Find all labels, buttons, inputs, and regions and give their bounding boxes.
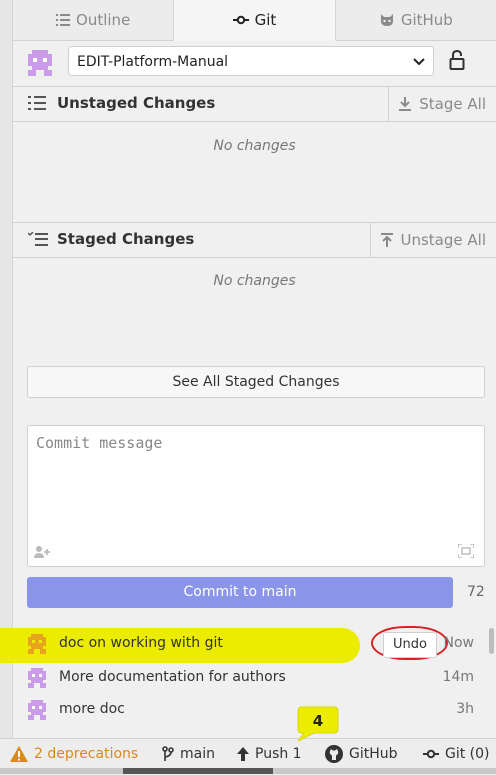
tab-github[interactable]: GitHub [336, 0, 496, 40]
commit-message: more doc [59, 701, 125, 717]
tab-outline[interactable]: Outline [13, 0, 174, 40]
upload-icon [381, 233, 393, 247]
see-all-staged-button[interactable]: See All Staged Changes [27, 366, 485, 398]
expand-icon[interactable] [458, 544, 474, 558]
author-avatar-icon [27, 634, 47, 654]
list-icon [28, 96, 46, 110]
commit-message-placeholder: Commit message [36, 434, 162, 452]
commit-message: More documentation for authors [59, 669, 286, 685]
author-avatar-icon [27, 700, 47, 720]
git-panel-window: Outline Git GitHub EDIT-Platform-Manual [0, 0, 496, 774]
tab-git-label: Git [255, 11, 277, 29]
dock-tabs: Outline Git GitHub [13, 0, 496, 41]
git-branch-icon [162, 746, 174, 762]
stage-all-label: Stage All [419, 95, 486, 113]
arrow-up-icon [237, 747, 249, 761]
branch-indicator[interactable]: main [162, 739, 215, 769]
push-button[interactable]: Push 1 [237, 739, 302, 769]
git-commit-icon [233, 15, 249, 25]
commit-message-field[interactable]: Commit message [27, 425, 485, 567]
git-status[interactable]: Git (0) [423, 739, 490, 769]
commit-item[interactable]: More documentation for authors 14m [13, 662, 496, 694]
staged-header: Staged Changes Unstage All [13, 222, 496, 258]
repo-select[interactable]: EDIT-Platform-Manual [68, 46, 434, 76]
tab-outline-label: Outline [76, 11, 130, 29]
github-status-label: GitHub [349, 746, 398, 762]
deprecations-indicator[interactable]: 2 deprecations [10, 739, 138, 769]
commit-item[interactable]: more doc 3h [13, 694, 496, 726]
author-avatar-icon [27, 668, 47, 688]
octocat-icon [379, 13, 395, 27]
commit-chars-remaining: 72 [467, 584, 485, 600]
stage-all-button[interactable]: Stage All [388, 87, 496, 121]
unlock-icon[interactable] [449, 50, 465, 70]
git-status-label: Git (0) [445, 746, 490, 762]
tab-git[interactable]: Git [174, 0, 335, 41]
list-icon [56, 14, 70, 26]
commit-time: 3h [456, 701, 474, 717]
commit-message: doc on working with git [59, 635, 223, 651]
unstage-all-label: Unstage All [401, 231, 487, 249]
annotation-badge-number: 4 [313, 712, 323, 730]
commit-list-scrollbar[interactable] [489, 628, 494, 654]
annotation-badge: 4 [294, 703, 340, 743]
push-label: Push 1 [255, 746, 302, 762]
staged-empty-text: No changes [13, 273, 496, 289]
branch-label: main [180, 746, 215, 762]
repo-row: EDIT-Platform-Manual [13, 40, 496, 87]
undo-button[interactable]: Undo [383, 632, 437, 658]
unstaged-header: Unstaged Changes Stage All [13, 87, 496, 122]
repo-avatar-icon [27, 50, 53, 76]
unstage-all-button[interactable]: Unstage All [370, 223, 496, 257]
checklist-icon [28, 232, 48, 246]
git-commit-icon [423, 749, 439, 759]
github-icon [325, 745, 343, 763]
commit-item[interactable]: doc on working with git Undo Now [13, 628, 496, 660]
warning-icon [10, 746, 28, 762]
chevron-down-icon [413, 47, 425, 88]
staged-title: Staged Changes [57, 230, 194, 248]
commit-time: Now [444, 635, 475, 651]
git-panel: Outline Git GitHub EDIT-Platform-Manual [13, 0, 496, 738]
tab-github-label: GitHub [401, 11, 453, 29]
download-icon [399, 97, 411, 111]
repo-select-value: EDIT-Platform-Manual [77, 54, 228, 70]
github-status[interactable]: GitHub [325, 739, 398, 769]
window-bottom-edge [0, 768, 496, 774]
deprecations-label: 2 deprecations [34, 746, 138, 762]
commit-time: 14m [443, 669, 474, 685]
commit-button[interactable]: Commit to main [27, 577, 453, 608]
unstaged-title: Unstaged Changes [57, 94, 215, 112]
unstaged-empty-text: No changes [13, 138, 496, 154]
add-coauthor-icon[interactable] [34, 546, 50, 558]
